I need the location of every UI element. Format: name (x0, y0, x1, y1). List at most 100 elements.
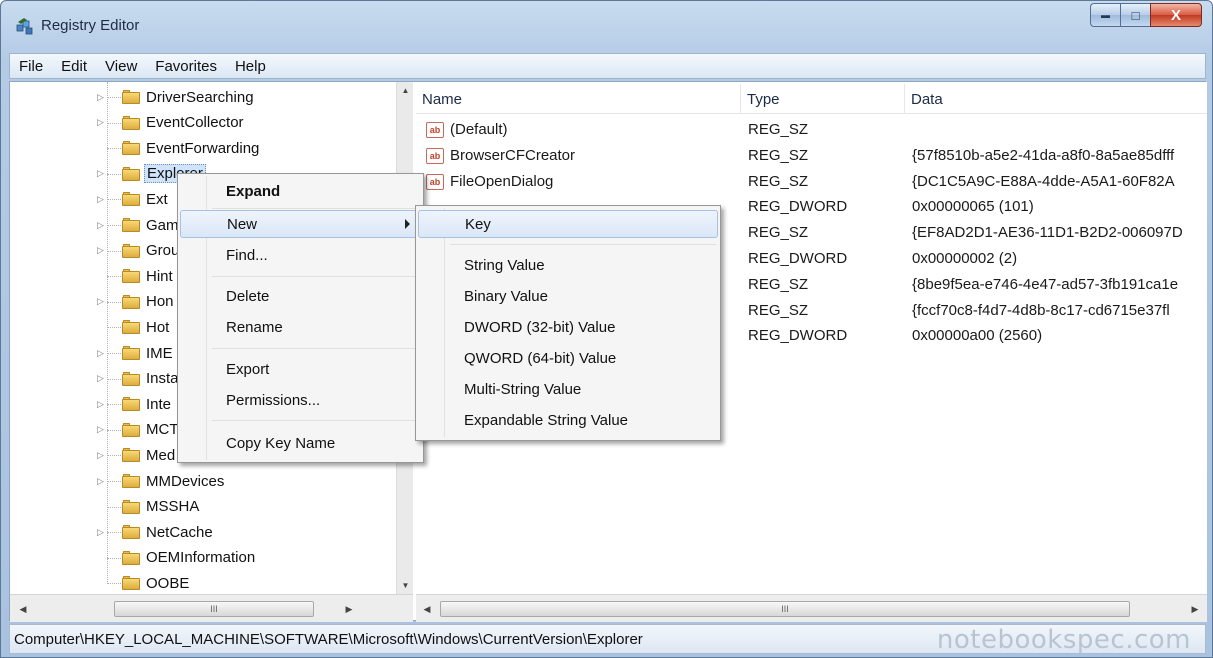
list-row[interactable]: ab (Default) REG_SZ (416, 118, 1207, 144)
expand-arrow-icon[interactable]: ▷ (97, 399, 107, 410)
menu-favorites[interactable]: Favorites (146, 58, 226, 75)
tree-item[interactable]: ▷ EventCollector (10, 110, 396, 136)
value-name: (Default) (450, 121, 508, 138)
tree-item[interactable]: OOBE (10, 570, 396, 594)
menu-item-qword-value[interactable]: QWORD (64-bit) Value (418, 345, 718, 373)
scroll-down-arrow-icon[interactable]: ▼ (397, 577, 414, 594)
list-scroll-thumb[interactable]: III (440, 601, 1130, 617)
tree-item-label: DriverSearching (146, 88, 254, 106)
folder-icon (122, 499, 140, 514)
expand-arrow-icon[interactable]: ▷ (97, 92, 107, 103)
menu-item-expandable-string-value[interactable]: Expandable String Value (418, 407, 718, 435)
expand-arrow-icon[interactable]: ▷ (97, 296, 107, 307)
folder-icon (122, 371, 140, 386)
menu-separator (450, 244, 716, 245)
column-header-data[interactable]: Data (905, 84, 1207, 114)
list-horizontal-scrollbar[interactable]: ◀ III ▶ (416, 594, 1207, 622)
scroll-left-arrow-icon[interactable]: ◀ (16, 602, 30, 616)
expand-arrow-icon[interactable]: ▷ (97, 117, 107, 128)
tree-item-label: MSSHA (146, 498, 200, 516)
close-button[interactable]: X (1150, 3, 1202, 27)
menu-item-label: Expand (226, 183, 281, 200)
menu-item-multi-string-value[interactable]: Multi-String Value (418, 376, 718, 404)
tree-connector-line (107, 481, 121, 482)
tree-item[interactable]: ▷ MMDevices (10, 468, 396, 494)
value-type: REG_SZ (748, 172, 809, 190)
tree-connector-line (107, 455, 121, 457)
expand-arrow-icon[interactable]: ▷ (97, 476, 107, 487)
folder-icon (122, 550, 140, 565)
folder-icon (122, 115, 140, 130)
expand-arrow-icon[interactable]: ▷ (97, 348, 107, 359)
tree-item[interactable]: ▷ NetCache (10, 519, 396, 545)
menu-item-label: QWORD (64-bit) Value (464, 350, 617, 367)
tree-connector-line (107, 327, 121, 329)
value-name: FileOpenDialog (450, 172, 554, 190)
grip-icon: III (781, 604, 789, 614)
folder-icon (122, 346, 140, 360)
maximize-button[interactable]: □ (1120, 3, 1150, 27)
menu-item-permissions[interactable]: Permissions... (180, 387, 421, 415)
tree-item[interactable]: MSSHA (10, 494, 396, 520)
watermark: notebookspec.com (936, 625, 1191, 655)
scroll-right-arrow-icon[interactable]: ▶ (342, 602, 356, 616)
expand-arrow-icon[interactable]: ▷ (97, 450, 107, 461)
scroll-right-arrow-icon[interactable]: ▶ (1188, 602, 1202, 616)
list-row[interactable]: ab FileOpenDialog REG_SZ {DC1C5A9C-E88A-4dd… (416, 170, 1207, 196)
tree-connector-line (107, 122, 121, 124)
menu-item-new[interactable]: New (180, 210, 421, 238)
tree-item[interactable]: OEMInformation (10, 545, 396, 571)
menu-item-find[interactable]: Find... (180, 242, 421, 270)
tree-connector-line (107, 378, 121, 380)
expand-arrow-icon[interactable]: ▷ (97, 245, 107, 256)
menu-item-rename[interactable]: Rename (180, 314, 421, 342)
value-data: 0x00000a00 (2560) (912, 327, 1043, 345)
menu-item-binary-value[interactable]: Binary Value (418, 283, 718, 311)
expand-arrow-icon[interactable]: ▷ (97, 373, 107, 384)
menu-separator (212, 348, 419, 349)
column-header-type[interactable]: Type (741, 84, 905, 114)
value-type: REG_DWORD (748, 327, 848, 345)
menu-separator (212, 276, 419, 277)
new-submenu: Key String Value Binary Value DWORD (32-… (415, 205, 721, 441)
expand-arrow-icon[interactable]: ▷ (97, 424, 107, 435)
scroll-left-arrow-icon[interactable]: ◀ (420, 602, 434, 616)
menu-item-key[interactable]: Key (418, 210, 718, 238)
expand-arrow-icon[interactable]: ▷ (97, 220, 107, 231)
grip-icon: III (210, 604, 218, 614)
tree-item-label: Gam (146, 216, 179, 234)
tree-item[interactable]: ▷ DriverSearching (10, 84, 396, 110)
value-type: REG_SZ (748, 224, 809, 242)
tree-connector-line (107, 353, 121, 354)
tree-item-label: Grou (146, 242, 180, 260)
expand-arrow-icon[interactable]: ▷ (97, 194, 107, 205)
menu-item-label: String Value (464, 257, 545, 274)
tree-item-label: Insta (146, 370, 179, 388)
menu-item-delete[interactable]: Delete (180, 283, 421, 311)
menu-item-expand[interactable]: Expand (180, 178, 421, 206)
expand-arrow-icon[interactable]: ▷ (97, 168, 107, 179)
list-row[interactable]: ab BrowserCFCreator REG_SZ {57f8510b-a5e2-4… (416, 144, 1207, 170)
column-header-name[interactable]: Name (416, 84, 741, 114)
menu-help[interactable]: Help (226, 58, 275, 75)
folder-icon (122, 474, 140, 488)
scroll-up-arrow-icon[interactable]: ▲ (397, 82, 414, 99)
menu-item-copy-key-name[interactable]: Copy Key Name (180, 430, 421, 458)
tree-item-label: OOBE (146, 574, 190, 592)
menu-item-string-value[interactable]: String Value (418, 252, 718, 280)
context-menu: Expand New Find... Delete Rename Export … (177, 173, 424, 463)
tree-item[interactable]: EventForwarding (10, 135, 396, 161)
menu-item-label: Copy Key Name (226, 435, 336, 452)
title-bar[interactable]: Registry Editor ▬ □ X (1, 1, 1212, 51)
menu-edit[interactable]: Edit (52, 58, 96, 75)
menu-item-export[interactable]: Export (180, 356, 421, 384)
menu-item-dword-value[interactable]: DWORD (32-bit) Value (418, 314, 718, 342)
menu-view[interactable]: View (96, 58, 146, 75)
folder-icon (122, 294, 140, 309)
tree-scroll-thumb[interactable]: III (114, 601, 314, 617)
menu-file[interactable]: File (10, 58, 52, 75)
expand-arrow-icon[interactable]: ▷ (97, 527, 107, 538)
tree-horizontal-scrollbar[interactable]: ◀ III ▶ (10, 594, 413, 622)
minimize-button[interactable]: ▬ (1090, 3, 1120, 27)
value-data: 0x00000065 (101) (912, 198, 1034, 216)
